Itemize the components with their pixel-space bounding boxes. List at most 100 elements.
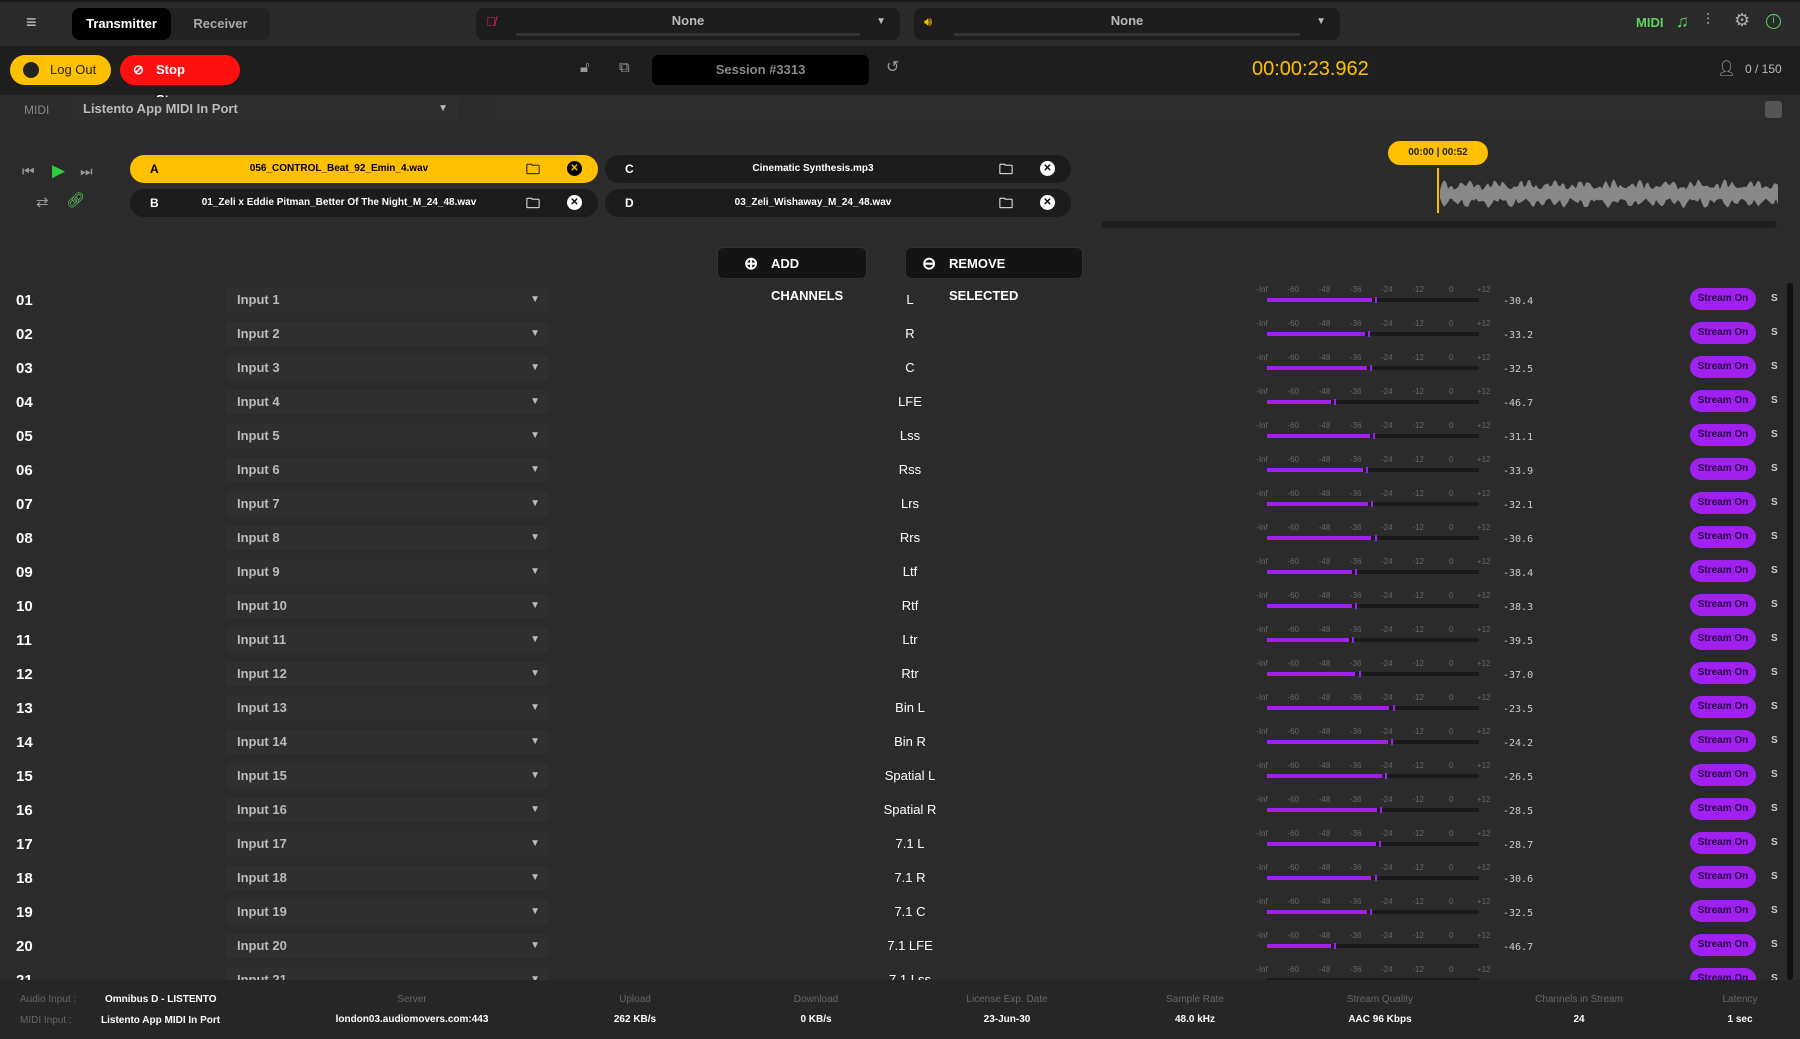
- file-slot-b[interactable]: B 01_Zeli x Eddie Pitman_Better Of The Ni…: [130, 189, 598, 217]
- channel-input-select[interactable]: Input 13 ▼: [226, 696, 548, 720]
- stream-on-button[interactable]: Stream On: [1690, 866, 1756, 888]
- solo-button[interactable]: S: [1771, 429, 1778, 440]
- folder-add-icon[interactable]: 🗀: [526, 193, 540, 217]
- waveform-scrollbar[interactable]: [1101, 221, 1777, 228]
- solo-button[interactable]: S: [1771, 599, 1778, 610]
- solo-button[interactable]: S: [1771, 667, 1778, 678]
- log-out-button[interactable]: Log Out: [10, 55, 111, 85]
- music-note-icon[interactable]: ♫: [1676, 12, 1689, 32]
- solo-button[interactable]: S: [1771, 395, 1778, 406]
- stream-on-button[interactable]: Stream On: [1690, 764, 1756, 786]
- mixer-icon[interactable]: ⫶: [1706, 12, 1710, 30]
- link-icon[interactable]: 🔗︎: [66, 191, 85, 209]
- play-icon[interactable]: ▶: [52, 161, 65, 181]
- stream-on-button[interactable]: Stream On: [1690, 288, 1756, 310]
- info-icon[interactable]: i: [1766, 14, 1781, 29]
- stream-on-button[interactable]: Stream On: [1690, 390, 1756, 412]
- channel-input-select[interactable]: Input 12 ▼: [226, 662, 548, 686]
- solo-button[interactable]: S: [1771, 633, 1778, 644]
- stream-on-button[interactable]: Stream On: [1690, 968, 1756, 980]
- channel-input-select[interactable]: Input 8 ▼: [226, 526, 548, 550]
- stream-on-button[interactable]: Stream On: [1690, 832, 1756, 854]
- channel-input-select[interactable]: Input 16 ▼: [226, 798, 548, 822]
- file-slot-c[interactable]: C Cinematic Synthesis.mp3 🗀 ✕: [605, 155, 1071, 183]
- midi-toggle[interactable]: MIDI: [1636, 15, 1663, 30]
- stream-on-button[interactable]: Stream On: [1690, 492, 1756, 514]
- channel-input-select[interactable]: Input 2 ▼: [226, 322, 548, 346]
- stream-on-button[interactable]: Stream On: [1690, 458, 1756, 480]
- stream-on-button[interactable]: Stream On: [1690, 526, 1756, 548]
- solo-button[interactable]: S: [1771, 463, 1778, 474]
- channel-input-select[interactable]: Input 18 ▼: [226, 866, 548, 890]
- channel-input-select[interactable]: Input 11 ▼: [226, 628, 548, 652]
- menu-icon[interactable]: ≡: [26, 12, 37, 33]
- channel-input-select[interactable]: Input 10 ▼: [226, 594, 548, 618]
- solo-button[interactable]: S: [1771, 293, 1778, 304]
- stream-on-button[interactable]: Stream On: [1690, 356, 1756, 378]
- file-slot-d[interactable]: D 03_Zeli_Wishaway_M_24_48.wav 🗀 ✕: [605, 189, 1071, 217]
- stop-stream-button[interactable]: ⊘ Stop Stream: [120, 55, 240, 107]
- stream-on-button[interactable]: Stream On: [1690, 730, 1756, 752]
- unlock-icon[interactable]: 🔓︎: [580, 59, 590, 76]
- output-device-select[interactable]: 🔊︎ None ▼: [914, 8, 1340, 40]
- channel-input-select[interactable]: Input 15 ▼: [226, 764, 548, 788]
- channel-input-select[interactable]: Input 5 ▼: [226, 424, 548, 448]
- tab-transmitter[interactable]: Transmitter: [72, 8, 171, 40]
- channel-input-select[interactable]: Input 7 ▼: [226, 492, 548, 516]
- solo-button[interactable]: S: [1771, 973, 1778, 980]
- stream-on-button[interactable]: Stream On: [1690, 662, 1756, 684]
- folder-add-icon[interactable]: 🗀: [526, 159, 540, 183]
- solo-button[interactable]: S: [1771, 803, 1778, 814]
- channel-input-select[interactable]: Input 3 ▼: [226, 356, 548, 380]
- solo-button[interactable]: S: [1771, 327, 1778, 338]
- solo-button[interactable]: S: [1771, 837, 1778, 848]
- solo-button[interactable]: S: [1771, 531, 1778, 542]
- solo-button[interactable]: S: [1771, 769, 1778, 780]
- skip-back-icon[interactable]: ⏮: [22, 163, 35, 180]
- remove-selected-button[interactable]: ⊖ REMOVE SELECTED: [905, 247, 1083, 303]
- close-icon[interactable]: ✕: [1040, 195, 1055, 210]
- input-device-select[interactable]: 🎙̸ None ▼: [476, 8, 900, 40]
- stream-on-button[interactable]: Stream On: [1690, 696, 1756, 718]
- solo-button[interactable]: S: [1771, 497, 1778, 508]
- solo-button[interactable]: S: [1771, 735, 1778, 746]
- close-icon[interactable]: ✕: [567, 195, 582, 210]
- solo-button[interactable]: S: [1771, 361, 1778, 372]
- history-icon[interactable]: ↺: [886, 57, 899, 77]
- solo-button[interactable]: S: [1771, 565, 1778, 576]
- channel-input-select[interactable]: Input 4 ▼: [226, 390, 548, 414]
- stream-on-button[interactable]: Stream On: [1690, 934, 1756, 956]
- channel-input-select[interactable]: Input 6 ▼: [226, 458, 548, 482]
- gear-icon[interactable]: ⚙: [1734, 10, 1750, 31]
- channel-input-select[interactable]: Input 1 ▼: [226, 288, 548, 312]
- waveform[interactable]: [1440, 177, 1778, 211]
- channel-input-select[interactable]: Input 9 ▼: [226, 560, 548, 584]
- stream-on-button[interactable]: Stream On: [1690, 560, 1756, 582]
- stream-on-button[interactable]: Stream On: [1690, 424, 1756, 446]
- folder-add-icon[interactable]: 🗀: [999, 193, 1013, 217]
- solo-button[interactable]: S: [1771, 939, 1778, 950]
- folder-add-icon[interactable]: 🗀: [999, 159, 1013, 183]
- stream-on-button[interactable]: Stream On: [1690, 798, 1756, 820]
- close-icon[interactable]: ✕: [567, 161, 582, 176]
- tab-receiver[interactable]: Receiver: [171, 8, 270, 40]
- channel-input-select[interactable]: Input 20 ▼: [226, 934, 548, 958]
- copy-icon[interactable]: ⧉: [619, 59, 630, 76]
- channel-input-select[interactable]: Input 19 ▼: [226, 900, 548, 924]
- stream-on-button[interactable]: Stream On: [1690, 322, 1756, 344]
- channel-input-select[interactable]: Input 17 ▼: [226, 832, 548, 856]
- playhead[interactable]: [1437, 168, 1439, 213]
- skip-forward-icon[interactable]: ⏭: [80, 163, 93, 180]
- solo-button[interactable]: S: [1771, 701, 1778, 712]
- midi-port-select[interactable]: Listento App MIDI In Port ▼: [72, 97, 458, 121]
- add-channels-button[interactable]: ⊕ ADD CHANNELS: [717, 247, 867, 303]
- stream-on-button[interactable]: Stream On: [1690, 594, 1756, 616]
- solo-button[interactable]: S: [1771, 905, 1778, 916]
- close-icon[interactable]: ✕: [1040, 161, 1055, 176]
- solo-button[interactable]: S: [1771, 871, 1778, 882]
- stream-on-button[interactable]: Stream On: [1690, 628, 1756, 650]
- channel-input-select[interactable]: Input 21 ▼: [226, 968, 548, 980]
- file-slot-a[interactable]: A 056_CONTROL_Beat_92_Emin_4.wav 🗀 ✕: [130, 155, 598, 183]
- channel-input-select[interactable]: Input 14 ▼: [226, 730, 548, 754]
- stream-on-button[interactable]: Stream On: [1690, 900, 1756, 922]
